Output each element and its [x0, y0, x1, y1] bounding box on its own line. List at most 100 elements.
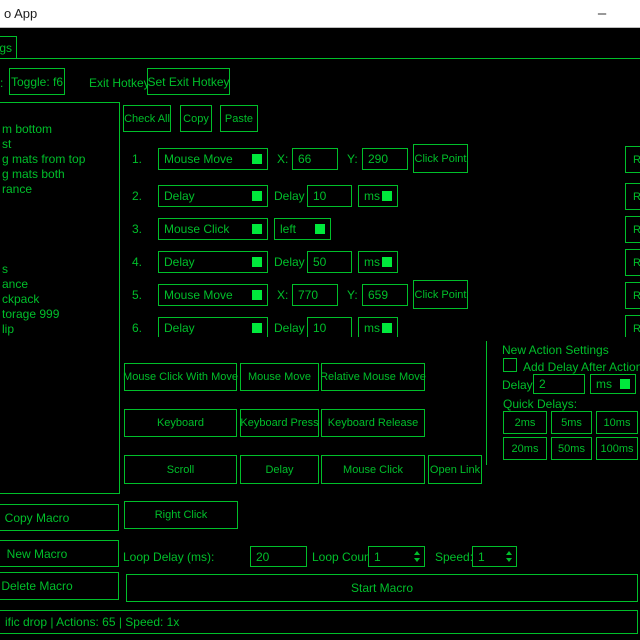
quick-delay-50ms-button[interactable]: 50ms [551, 437, 592, 460]
dropdown-square-icon [252, 224, 262, 234]
check-all-button[interactable]: Check All [123, 105, 171, 132]
palette-mouse-move-button[interactable]: Mouse Move [240, 363, 319, 391]
settings-delay-label: Delay: [502, 378, 536, 392]
delay-label: Delay [274, 189, 305, 203]
spinner-up-icon[interactable] [414, 551, 420, 555]
remove-label: R [633, 191, 640, 203]
set-exit-hotkey-button[interactable]: Set Exit Hotkey [147, 68, 230, 95]
delay-unit-dropdown[interactable]: ms [358, 185, 398, 207]
action-type-dropdown[interactable]: Delay [158, 251, 268, 273]
settings-delay-input[interactable] [533, 374, 585, 394]
delay-value-input[interactable] [307, 251, 352, 273]
tab-settings-label: gs [0, 41, 12, 55]
spinner-down-icon[interactable] [506, 558, 512, 562]
toggle-hotkey-button[interactable]: Toggle: f6 [9, 68, 65, 95]
action-type-dropdown[interactable]: Delay [158, 317, 268, 337]
mouse-button-value: left [280, 222, 296, 236]
status-bar-text: ific drop | Actions: 65 | Speed: 1x [5, 615, 179, 629]
loop-delay-input[interactable] [250, 546, 307, 567]
delete-macro-button[interactable]: Delete Macro [0, 572, 119, 600]
x-coordinate-input[interactable] [292, 284, 338, 306]
quick-delay-label: 5ms [561, 417, 582, 429]
tab-settings[interactable]: gs [0, 36, 17, 59]
action-row-number: 4. [132, 255, 142, 269]
palette-scroll-button[interactable]: Scroll [124, 455, 237, 484]
palette-open-link-button[interactable]: Open Link [428, 455, 482, 484]
delay-value-input[interactable] [307, 317, 352, 337]
add-delay-checkbox[interactable] [503, 358, 517, 372]
action-type-dropdown[interactable]: Mouse Move [158, 148, 268, 170]
action-rows-list: 1. Mouse Move X: Y: Click Point R 2. Del… [0, 140, 640, 337]
mouse-button-dropdown[interactable]: left [274, 218, 331, 240]
new-macro-label: New Macro [7, 547, 68, 561]
window-title: o App [4, 6, 37, 21]
delay-unit-value: ms [364, 189, 380, 203]
action-row-number: 3. [132, 222, 142, 236]
spinner-arrows[interactable] [506, 551, 512, 562]
remove-action-button[interactable]: R [625, 282, 640, 309]
quick-delay-5ms-button[interactable]: 5ms [551, 411, 592, 434]
palette-mouse-click-with-move-button[interactable]: Mouse Click With Move [124, 363, 237, 391]
remove-action-button[interactable]: R [625, 249, 640, 276]
quick-delay-2ms-button[interactable]: 2ms [503, 411, 547, 434]
remove-action-button[interactable]: R [625, 146, 640, 173]
click-point-button[interactable]: Click Point [413, 280, 468, 309]
set-exit-hotkey-label: Set Exit Hotkey [147, 75, 229, 89]
action-type-dropdown[interactable]: Mouse Move [158, 284, 268, 306]
y-coordinate-input[interactable] [362, 148, 408, 170]
remove-action-button[interactable]: R [625, 315, 640, 337]
action-row-number: 5. [132, 288, 142, 302]
new-macro-button[interactable]: New Macro [0, 540, 119, 567]
copy-label: Copy [183, 113, 209, 125]
loop-delay-label: Loop Delay (ms): [123, 550, 214, 564]
quick-delay-label: 10ms [604, 417, 631, 429]
dropdown-square-icon [252, 191, 262, 201]
palette-right-click-button[interactable]: Right Click [124, 501, 238, 529]
loop-count-stepper[interactable]: 1 [368, 546, 425, 567]
y-coordinate-input[interactable] [362, 284, 408, 306]
toggle-hotkey-label: Toggle: f6 [11, 75, 63, 89]
remove-label: R [633, 224, 640, 236]
spinner-up-icon[interactable] [506, 551, 512, 555]
quick-delay-20ms-button[interactable]: 20ms [503, 437, 547, 460]
quick-delay-100ms-button[interactable]: 100ms [596, 437, 638, 460]
palette-button-label: Open Link [430, 464, 480, 476]
macro-list-item[interactable]: m bottom [2, 122, 52, 136]
settings-panel-divider [486, 341, 487, 465]
palette-keyboard-press-button[interactable]: Keyboard Press [240, 409, 319, 437]
delay-value-input[interactable] [307, 185, 352, 207]
delay-unit-dropdown[interactable]: ms [358, 251, 398, 273]
palette-mouse-click-button[interactable]: Mouse Click [321, 455, 425, 484]
loop-count-value: 1 [374, 550, 381, 564]
quick-delay-label: 50ms [558, 443, 585, 455]
remove-label: R [633, 290, 640, 302]
palette-button-label: Keyboard [157, 417, 204, 429]
copy-button[interactable]: Copy [180, 105, 212, 132]
settings-delay-unit-value: ms [596, 377, 612, 391]
quick-delay-10ms-button[interactable]: 10ms [596, 411, 638, 434]
spinner-arrows[interactable] [414, 551, 420, 562]
paste-button[interactable]: Paste [220, 105, 258, 132]
copy-macro-button[interactable]: Copy Macro [0, 504, 119, 531]
spinner-down-icon[interactable] [414, 558, 420, 562]
start-macro-button[interactable]: Start Macro [126, 574, 638, 602]
palette-delay-button[interactable]: Delay [240, 455, 319, 484]
remove-action-button[interactable]: R [625, 216, 640, 243]
minimize-button[interactable]: – [578, 0, 626, 27]
palette-relative-mouse-move-button[interactable]: Relative Mouse Move [321, 363, 425, 391]
action-type-dropdown[interactable]: Mouse Click [158, 218, 268, 240]
action-type-dropdown[interactable]: Delay [158, 185, 268, 207]
click-point-button[interactable]: Click Point [413, 144, 468, 173]
x-label: X: [277, 152, 288, 166]
palette-keyboard-release-button[interactable]: Keyboard Release [321, 409, 425, 437]
palette-button-label: Right Click [155, 509, 208, 521]
macro-app-window: o App – gs : Toggle: f6 Exit Hotkey: Set… [0, 0, 640, 640]
x-coordinate-input[interactable] [292, 148, 338, 170]
x-label: X: [277, 288, 288, 302]
action-row-number: 2. [132, 189, 142, 203]
palette-keyboard-button[interactable]: Keyboard [124, 409, 237, 437]
remove-action-button[interactable]: R [625, 183, 640, 210]
settings-delay-unit-dropdown[interactable]: ms [590, 374, 636, 394]
speed-stepper[interactable]: 1 [472, 546, 517, 567]
delay-unit-dropdown[interactable]: ms [358, 317, 398, 337]
